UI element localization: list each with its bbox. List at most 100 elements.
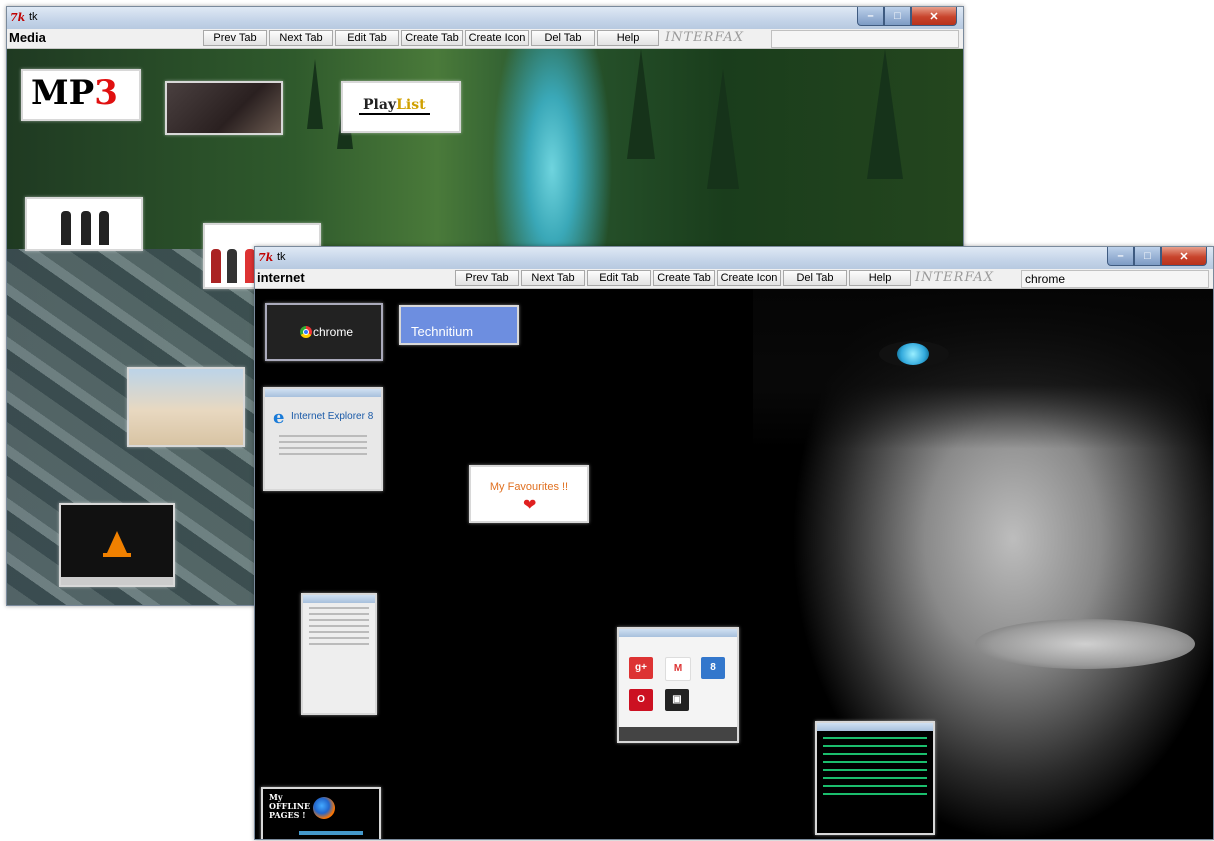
del-tab-button[interactable]: Del Tab <box>531 30 595 46</box>
terminal-line <box>823 769 927 771</box>
media-entry-field[interactable] <box>771 30 959 48</box>
internet-tab-name: internet <box>257 270 305 285</box>
internet-explorer-shortcut-icon[interactable]: e Internet Explorer 8 <box>263 387 383 491</box>
vlc-cone-base <box>103 553 131 557</box>
google-icon: 8 <box>701 657 725 679</box>
close-button[interactable]: ✕ <box>1161 247 1207 266</box>
command-entry-field[interactable]: chrome <box>1021 270 1209 288</box>
opera-speed-dial-shortcut-icon[interactable]: g+ M 8 O ▣ <box>617 627 739 743</box>
group-photo-icon[interactable] <box>25 197 143 251</box>
help-button[interactable]: Help <box>849 270 911 286</box>
playlist-label: PlayList <box>359 97 430 115</box>
del-tab-button[interactable]: Del Tab <box>783 270 847 286</box>
opera-icon: O <box>629 689 653 711</box>
mp3-label: MP3 <box>31 73 118 113</box>
vlc-cone-icon <box>107 531 127 553</box>
child-beach-photo-icon[interactable] <box>127 367 245 447</box>
text-line <box>309 625 369 627</box>
edit-tab-button[interactable]: Edit Tab <box>587 270 651 286</box>
terminal-line <box>823 785 927 787</box>
firefox-icon <box>313 797 335 819</box>
create-tab-button[interactable]: Create Tab <box>401 30 463 46</box>
terminal-line <box>823 737 927 739</box>
tree-shape <box>707 69 739 189</box>
media-window-title: tk <box>29 11 38 23</box>
browser-window-thumbnail-icon[interactable] <box>301 593 377 715</box>
terminal-line <box>823 753 927 755</box>
create-icon-button[interactable]: Create Icon <box>465 30 529 46</box>
ie-logo-icon: e <box>273 407 285 428</box>
close-button[interactable]: ✕ <box>911 7 957 26</box>
media-title-bar[interactable]: 7k tk – □ ✕ <box>7 7 963 29</box>
help-button[interactable]: Help <box>597 30 659 46</box>
chrome-shortcut-icon[interactable]: chrome <box>265 303 383 361</box>
maximize-button[interactable]: □ <box>884 7 911 26</box>
text-line <box>309 643 369 645</box>
media-tab-name: Media <box>9 30 46 45</box>
next-tab-button[interactable]: Next Tab <box>521 270 585 286</box>
terminal-line <box>823 793 927 795</box>
text-line <box>279 435 367 437</box>
text-line <box>309 619 369 621</box>
google-plus-icon: g+ <box>629 657 653 679</box>
lips-graphic <box>975 619 1195 669</box>
favourites-shortcut-icon[interactable]: My Favourites !! ❤ <box>469 465 589 523</box>
vlc-player-icon[interactable] <box>59 503 175 587</box>
interfax-brand: INTERFAX <box>665 30 744 45</box>
text-line <box>309 637 369 639</box>
create-tab-button[interactable]: Create Tab <box>653 270 715 286</box>
playlist-label-main: Play <box>363 97 397 113</box>
text-line <box>309 613 369 615</box>
playlist-label-accent: List <box>396 97 426 113</box>
mp3-icon[interactable]: MP3 <box>21 69 141 121</box>
internet-desktop: chrome Technitium e Internet Explorer 8 … <box>255 289 1213 839</box>
interfax-brand: INTERFAX <box>915 270 994 285</box>
mini-window-title <box>619 629 737 637</box>
ie-about-text <box>273 431 373 459</box>
speed-dial-icon: ▣ <box>665 689 689 711</box>
terminal-shortcut-icon[interactable] <box>815 721 935 835</box>
heart-icon: ❤ <box>523 497 537 514</box>
tk-feather-icon: 7k <box>258 251 274 264</box>
opera-bottom-bar <box>619 727 737 741</box>
maximize-button[interactable]: □ <box>1134 247 1161 266</box>
prev-tab-button[interactable]: Prev Tab <box>203 30 267 46</box>
prev-tab-button[interactable]: Prev Tab <box>455 270 519 286</box>
offline-pages-label: My OFFLINE PAGES ! <box>269 792 311 820</box>
chrome-logo-icon <box>300 326 312 338</box>
hair-shadow <box>753 289 1213 449</box>
mini-window-title <box>817 723 933 731</box>
minimize-button[interactable]: – <box>857 7 884 26</box>
text-line <box>309 607 369 609</box>
progress-strip <box>299 831 363 835</box>
gmail-icon: M <box>665 657 691 681</box>
text-line <box>309 631 369 633</box>
mp3-label-accent: 3 <box>94 73 118 113</box>
terminal-line <box>823 761 927 763</box>
ie-shortcut-version: 8 <box>367 411 374 422</box>
terminal-line <box>823 777 927 779</box>
band-photo-icon[interactable] <box>165 81 283 135</box>
text-line <box>279 453 367 455</box>
mini-window-title <box>265 389 381 397</box>
chrome-shortcut-label: chrome <box>313 325 354 339</box>
terminal-line <box>823 745 927 747</box>
vlc-controls-bar <box>61 577 173 585</box>
internet-title-bar[interactable]: 7k tk – □ ✕ <box>255 247 1213 269</box>
eye-graphic <box>879 341 949 367</box>
ie-shortcut-name: Internet Explorer <box>291 411 365 422</box>
mp3-label-main: MP <box>31 73 95 113</box>
create-icon-button[interactable]: Create Icon <box>717 270 781 286</box>
next-tab-button[interactable]: Next Tab <box>269 30 333 46</box>
technitium-shortcut-icon[interactable]: Technitium <box>399 305 519 345</box>
playlist-icon[interactable]: PlayList <box>341 81 461 133</box>
edit-tab-button[interactable]: Edit Tab <box>335 30 399 46</box>
favourites-shortcut-label: My Favourites !! <box>489 481 569 493</box>
eye-iris <box>897 343 929 365</box>
minimize-button[interactable]: – <box>1107 247 1134 266</box>
text-line <box>279 447 367 449</box>
text-line <box>279 441 367 443</box>
mini-window-title <box>303 595 375 603</box>
tk-feather-icon: 7k <box>10 11 26 24</box>
offline-pages-shortcut-icon[interactable]: My OFFLINE PAGES ! <box>261 787 381 839</box>
